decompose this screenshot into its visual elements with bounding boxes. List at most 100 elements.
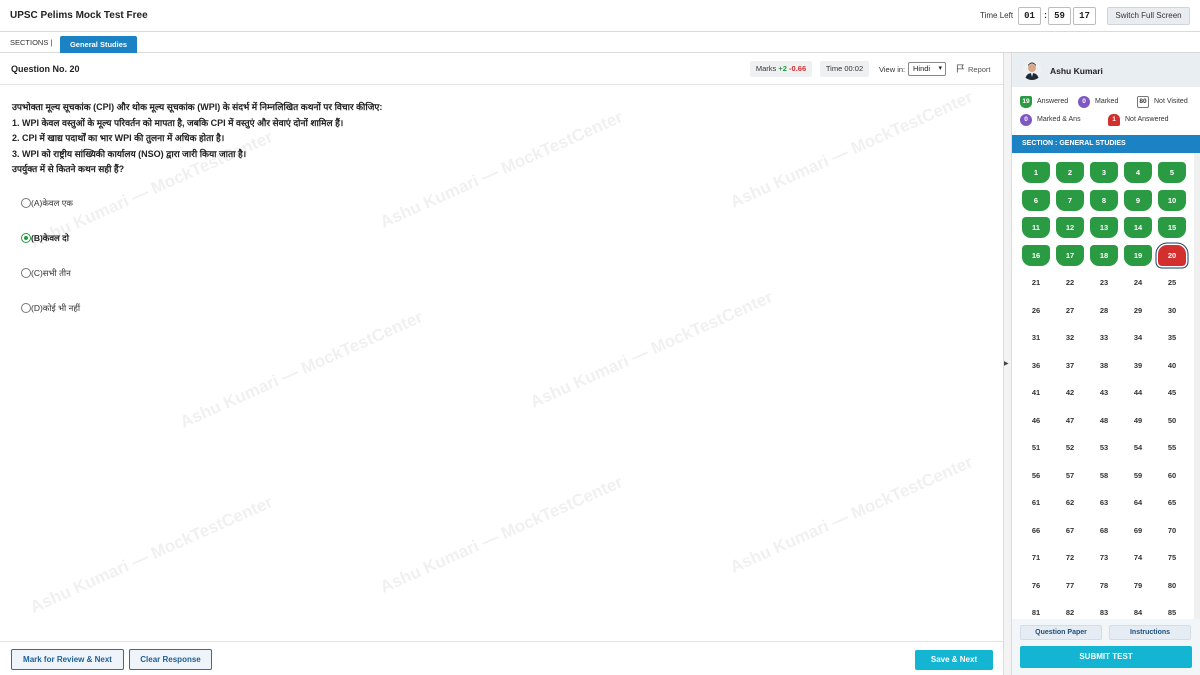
radio-button[interactable]: [21, 198, 31, 208]
palette-question-71[interactable]: 71: [1022, 547, 1050, 568]
palette-question-7[interactable]: 7: [1056, 189, 1084, 211]
palette-question-65[interactable]: 65: [1158, 492, 1186, 513]
palette-question-78[interactable]: 78: [1090, 574, 1118, 596]
switch-full-screen-button[interactable]: Switch Full Screen: [1107, 7, 1190, 25]
palette-question-61[interactable]: 61: [1022, 492, 1050, 513]
option-c[interactable]: (C)सभी तीन: [21, 268, 71, 282]
collapse-panel-icon[interactable]: ▶: [1004, 360, 1009, 367]
palette-question-41[interactable]: 41: [1022, 382, 1050, 403]
radio-button-selected[interactable]: [21, 233, 31, 243]
option-b[interactable]: (B)केवल दो: [21, 233, 69, 247]
palette-question-54[interactable]: 54: [1124, 437, 1152, 458]
radio-button[interactable]: [21, 303, 31, 313]
palette-question-49[interactable]: 49: [1124, 409, 1152, 431]
palette-question-77[interactable]: 77: [1056, 574, 1084, 596]
palette-question-69[interactable]: 69: [1124, 519, 1152, 541]
palette-question-56[interactable]: 56: [1022, 464, 1050, 486]
palette-question-66[interactable]: 66: [1022, 519, 1050, 541]
palette-question-26[interactable]: 26: [1022, 299, 1050, 321]
palette-question-4[interactable]: 4: [1124, 162, 1152, 183]
palette-question-79[interactable]: 79: [1124, 574, 1152, 596]
palette-question-32[interactable]: 32: [1056, 327, 1084, 348]
palette-question-3[interactable]: 3: [1090, 162, 1118, 183]
palette-question-18[interactable]: 18: [1090, 244, 1118, 266]
palette-question-72[interactable]: 72: [1056, 547, 1084, 568]
palette-question-57[interactable]: 57: [1056, 464, 1084, 486]
palette-question-24[interactable]: 24: [1124, 272, 1152, 293]
palette-question-75[interactable]: 75: [1158, 547, 1186, 568]
palette-question-14[interactable]: 14: [1124, 217, 1152, 238]
palette-scrollbar[interactable]: [1194, 153, 1200, 673]
palette-question-82[interactable]: 82: [1056, 602, 1084, 617]
palette-question-17[interactable]: 17: [1056, 244, 1084, 266]
palette-question-74[interactable]: 74: [1124, 547, 1152, 568]
palette-question-23[interactable]: 23: [1090, 272, 1118, 293]
palette-question-6[interactable]: 6: [1022, 189, 1050, 211]
palette-question-12[interactable]: 12: [1056, 217, 1084, 238]
mark-for-review-next-button[interactable]: Mark for Review & Next: [11, 649, 124, 670]
question-paper-button[interactable]: Question Paper: [1020, 625, 1102, 640]
option-a[interactable]: (A)केवल एक: [21, 198, 73, 212]
palette-question-25[interactable]: 25: [1158, 272, 1186, 293]
palette-question-50[interactable]: 50: [1158, 409, 1186, 431]
palette-question-80[interactable]: 80: [1158, 574, 1186, 596]
palette-question-85[interactable]: 85: [1158, 602, 1186, 617]
palette-question-28[interactable]: 28: [1090, 299, 1118, 321]
palette-question-11[interactable]: 11: [1022, 217, 1050, 238]
clear-response-button[interactable]: Clear Response: [129, 649, 212, 670]
palette-question-5[interactable]: 5: [1158, 162, 1186, 183]
palette-question-59[interactable]: 59: [1124, 464, 1152, 486]
palette-question-76[interactable]: 76: [1022, 574, 1050, 596]
palette-question-46[interactable]: 46: [1022, 409, 1050, 431]
palette-question-38[interactable]: 38: [1090, 354, 1118, 376]
palette-question-20[interactable]: 20: [1158, 244, 1186, 266]
palette-question-30[interactable]: 30: [1158, 299, 1186, 321]
palette-question-55[interactable]: 55: [1158, 437, 1186, 458]
palette-question-34[interactable]: 34: [1124, 327, 1152, 348]
palette-question-62[interactable]: 62: [1056, 492, 1084, 513]
palette-question-51[interactable]: 51: [1022, 437, 1050, 458]
palette-question-21[interactable]: 21: [1022, 272, 1050, 293]
palette-question-10[interactable]: 10: [1158, 189, 1186, 211]
palette-question-27[interactable]: 27: [1056, 299, 1084, 321]
palette-question-31[interactable]: 31: [1022, 327, 1050, 348]
palette-question-9[interactable]: 9: [1124, 189, 1152, 211]
palette-question-47[interactable]: 47: [1056, 409, 1084, 431]
report-link[interactable]: Report: [956, 64, 991, 74]
palette-question-33[interactable]: 33: [1090, 327, 1118, 348]
palette-question-37[interactable]: 37: [1056, 354, 1084, 376]
palette-question-81[interactable]: 81: [1022, 602, 1050, 617]
palette-question-84[interactable]: 84: [1124, 602, 1152, 617]
palette-question-73[interactable]: 73: [1090, 547, 1118, 568]
palette-question-45[interactable]: 45: [1158, 382, 1186, 403]
palette-question-2[interactable]: 2: [1056, 162, 1084, 183]
tab-general-studies[interactable]: General Studies: [60, 36, 137, 53]
palette-question-8[interactable]: 8: [1090, 189, 1118, 211]
submit-test-button[interactable]: SUBMIT TEST: [1020, 646, 1192, 668]
palette-question-16[interactable]: 16: [1022, 244, 1050, 266]
palette-question-40[interactable]: 40: [1158, 354, 1186, 376]
palette-question-29[interactable]: 29: [1124, 299, 1152, 321]
palette-question-58[interactable]: 58: [1090, 464, 1118, 486]
palette-question-53[interactable]: 53: [1090, 437, 1118, 458]
palette-question-64[interactable]: 64: [1124, 492, 1152, 513]
language-select[interactable]: Hindi ▾: [908, 62, 946, 76]
palette-question-68[interactable]: 68: [1090, 519, 1118, 541]
palette-question-60[interactable]: 60: [1158, 464, 1186, 486]
palette-question-48[interactable]: 48: [1090, 409, 1118, 431]
palette-question-15[interactable]: 15: [1158, 217, 1186, 238]
palette-question-70[interactable]: 70: [1158, 519, 1186, 541]
palette-question-67[interactable]: 67: [1056, 519, 1084, 541]
instructions-button[interactable]: Instructions: [1109, 625, 1191, 640]
radio-button[interactable]: [21, 268, 31, 278]
palette-question-1[interactable]: 1: [1022, 162, 1050, 183]
option-d[interactable]: (D)कोई भी नहीं: [21, 303, 80, 317]
palette-question-36[interactable]: 36: [1022, 354, 1050, 376]
palette-question-52[interactable]: 52: [1056, 437, 1084, 458]
palette-question-43[interactable]: 43: [1090, 382, 1118, 403]
palette-question-22[interactable]: 22: [1056, 272, 1084, 293]
palette-question-44[interactable]: 44: [1124, 382, 1152, 403]
palette-question-83[interactable]: 83: [1090, 602, 1118, 617]
palette-question-35[interactable]: 35: [1158, 327, 1186, 348]
palette-question-13[interactable]: 13: [1090, 217, 1118, 238]
